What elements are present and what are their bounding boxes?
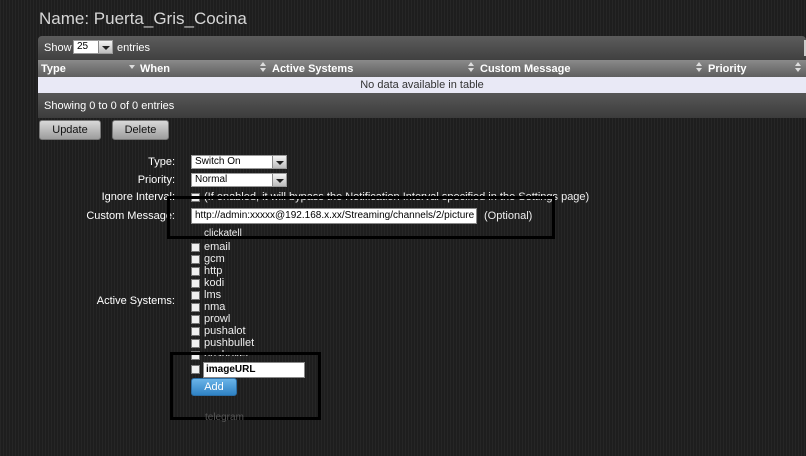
system-checkbox[interactable]: [191, 303, 200, 312]
sort-icon[interactable]: [260, 62, 266, 72]
system-label: lms: [204, 289, 222, 301]
sort-icon[interactable]: [468, 62, 474, 72]
system-label: nma: [204, 301, 226, 313]
table-empty-row: No data available in table: [38, 77, 806, 93]
type-label: Type:: [148, 156, 175, 168]
system-checkbox[interactable]: [191, 267, 200, 276]
table-footer: Showing 0 to 0 of 0 entries: [38, 93, 806, 118]
page-size-value: 25: [77, 41, 89, 52]
type-value: Switch On: [195, 156, 241, 167]
system-checkbox[interactable]: [191, 255, 200, 264]
sort-desc-icon[interactable]: [129, 65, 135, 69]
table-toolbar: Show 25 entries: [38, 36, 806, 60]
system-label: pushalot: [204, 325, 246, 337]
system-checkbox[interactable]: [191, 291, 200, 300]
show-label: Show: [44, 42, 72, 54]
system-label: kodi: [204, 277, 225, 289]
faded-system-label: telegram: [205, 412, 244, 423]
system-checkbox[interactable]: [191, 315, 200, 324]
system-checkbox[interactable]: [191, 279, 200, 288]
add-button[interactable]: Add: [191, 378, 237, 396]
system-checkbox[interactable]: [191, 327, 200, 336]
system-label: pushbullet: [204, 337, 255, 349]
system-checkbox[interactable]: [191, 243, 200, 252]
sort-icon[interactable]: [795, 62, 801, 72]
notifications-table: Show 25 entries Type When Active Systems…: [38, 36, 806, 118]
priority-label: Priority:: [137, 174, 175, 186]
column-header-active-systems[interactable]: Active Systems: [272, 63, 353, 75]
system-checkbox[interactable]: [191, 339, 200, 348]
highlight-box-custom-message: [167, 196, 555, 239]
delete-button[interactable]: Delete: [112, 120, 169, 140]
table-header-row: Type When Active Systems Custom Message …: [38, 60, 806, 77]
table-info: Showing 0 to 0 of 0 entries: [44, 100, 175, 112]
column-header-custom-message[interactable]: Custom Message: [480, 63, 570, 75]
image-url-input[interactable]: imageURL: [203, 362, 305, 378]
system-label: gcm: [204, 253, 225, 265]
page-title: Name: Puerta_Gris_Cocina: [39, 9, 247, 28]
chevron-down-icon[interactable]: [98, 41, 112, 53]
column-header-when[interactable]: When: [140, 63, 170, 75]
system-label: http: [204, 265, 223, 277]
custom-message-label: Custom Message:: [86, 210, 175, 222]
system-label: prowl: [204, 313, 231, 325]
page-size-select[interactable]: 25: [73, 40, 113, 54]
system-label: email: [204, 241, 231, 253]
active-systems-label: Active Systems:: [96, 295, 175, 307]
update-button[interactable]: Update: [39, 120, 101, 140]
chevron-down-icon[interactable]: [272, 156, 286, 168]
priority-select[interactable]: Normal: [191, 173, 287, 187]
chevron-down-icon[interactable]: [272, 174, 286, 186]
column-header-priority[interactable]: Priority: [708, 63, 747, 75]
column-header-type[interactable]: Type: [41, 63, 66, 75]
image-url-checkbox[interactable]: [191, 365, 200, 374]
entries-label: entries: [117, 42, 151, 54]
sort-icon[interactable]: [696, 62, 702, 72]
priority-value: Normal: [195, 174, 228, 185]
ignore-interval-label: Ignore Interval:: [101, 191, 175, 203]
type-select[interactable]: Switch On: [191, 155, 287, 169]
